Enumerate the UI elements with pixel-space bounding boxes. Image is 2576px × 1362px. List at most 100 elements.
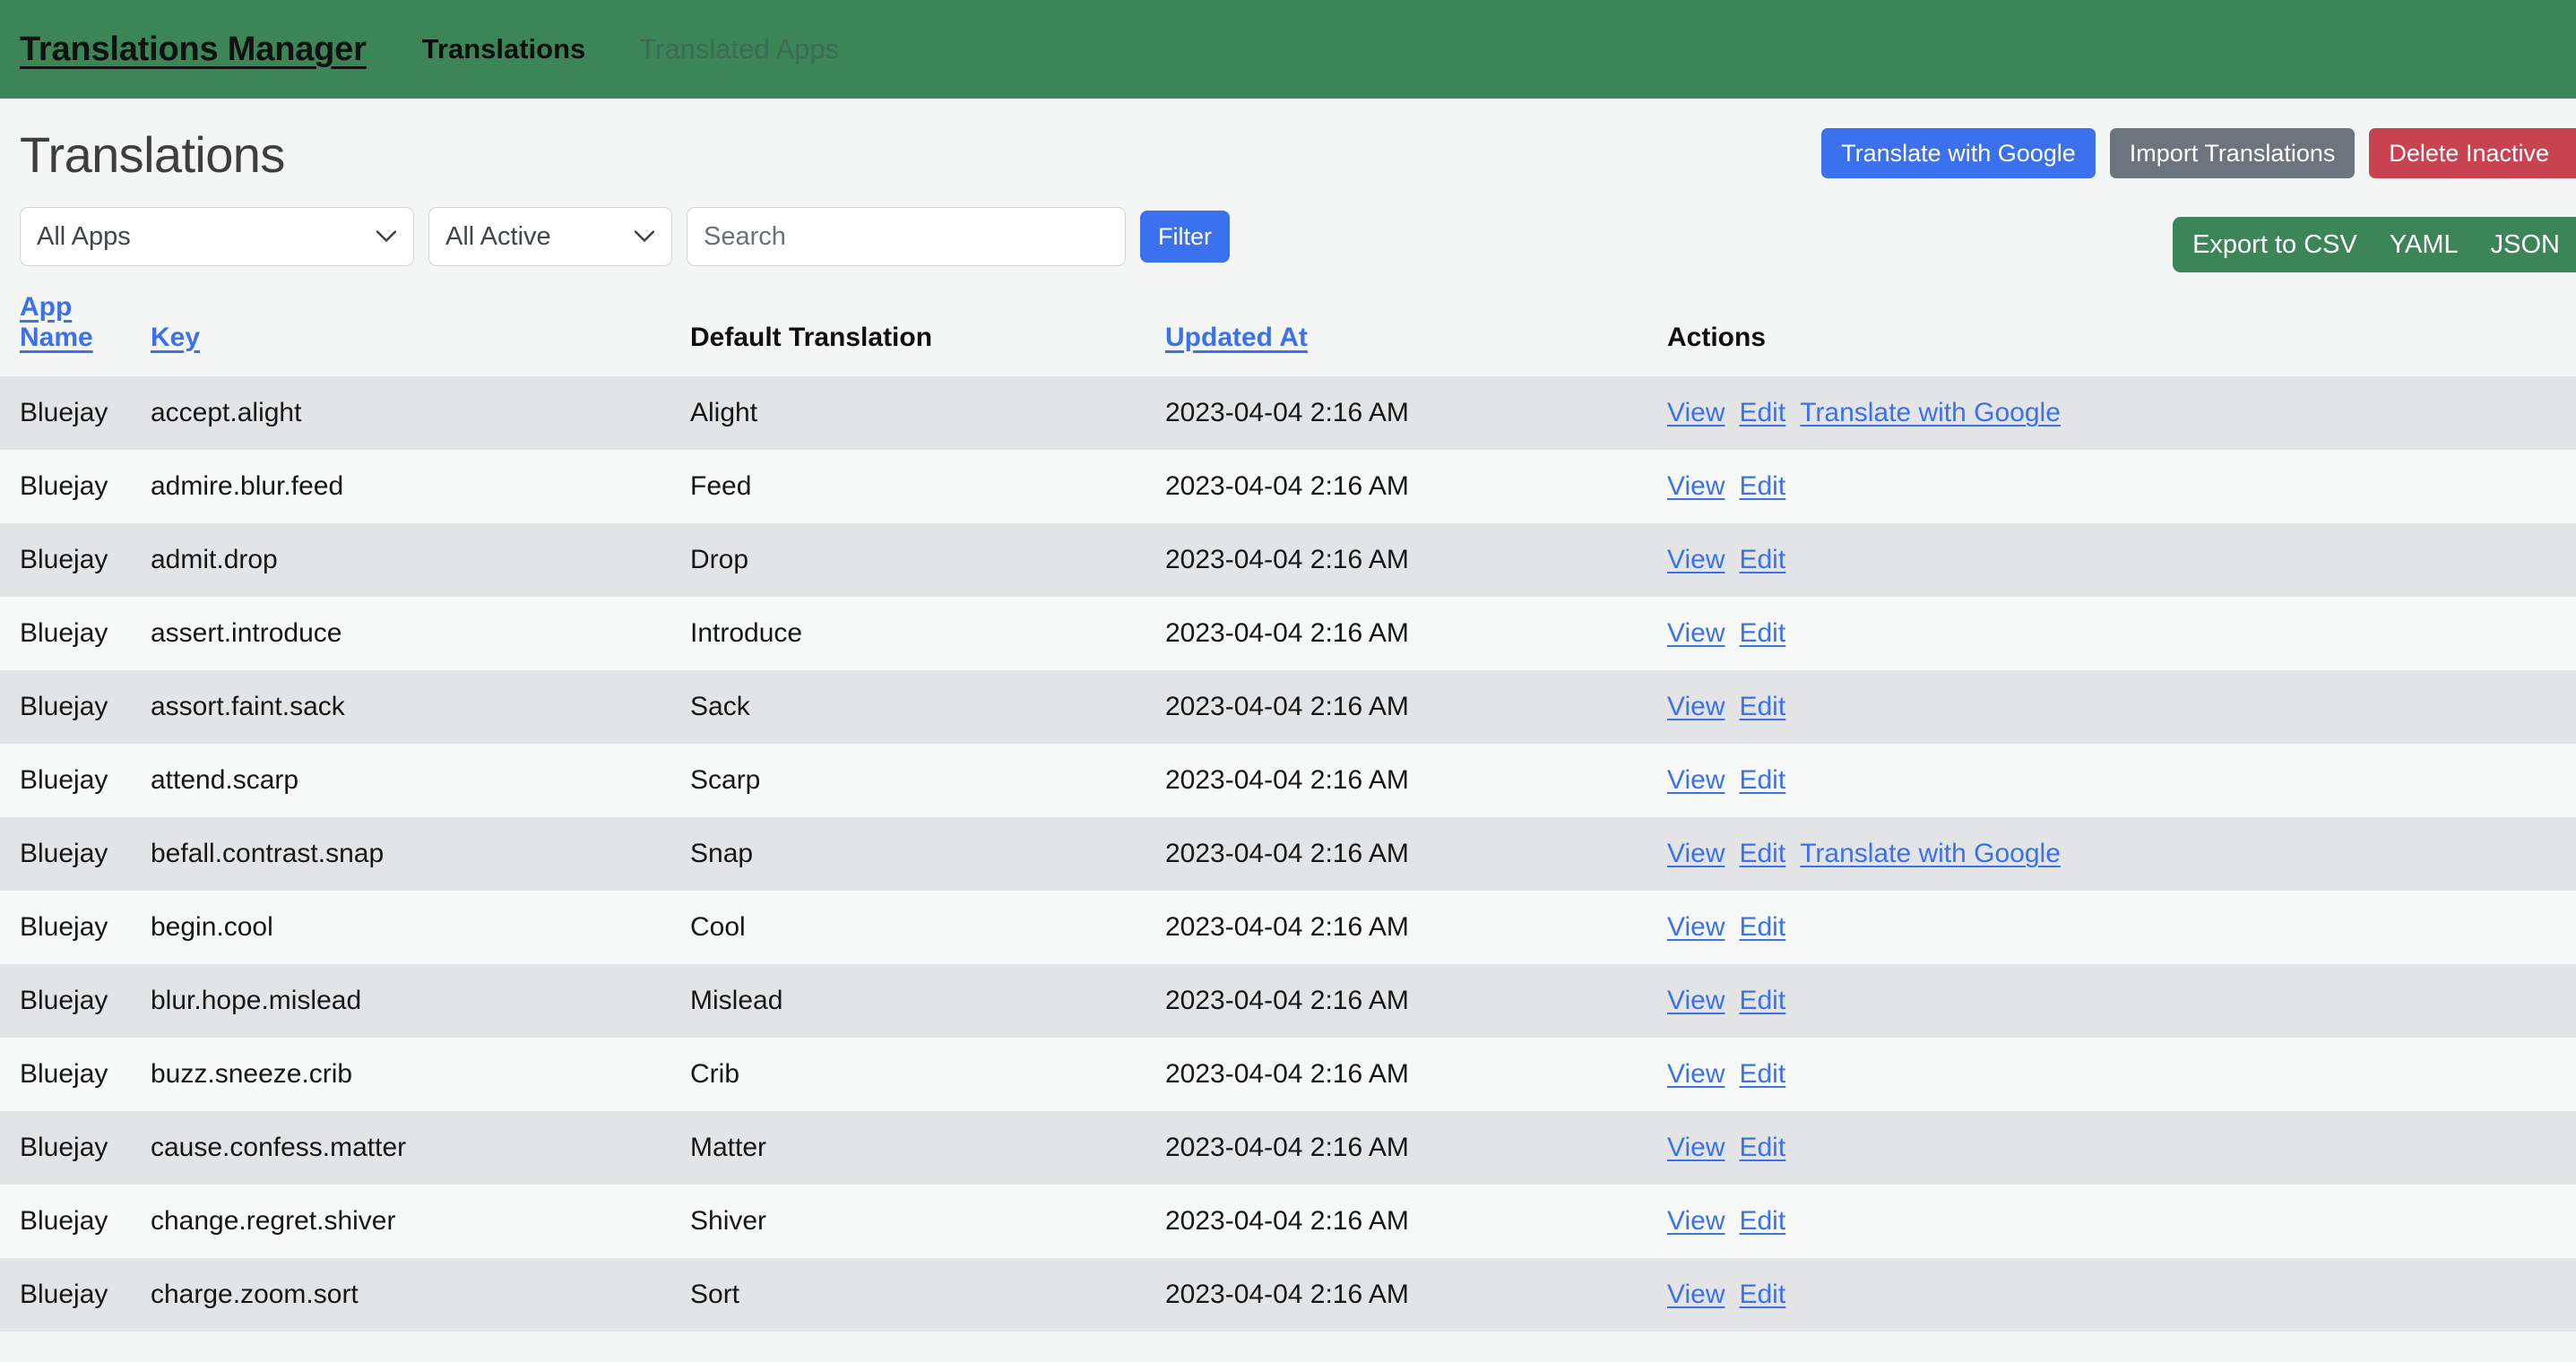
import-translations-button[interactable]: Import Translations (2109, 128, 2356, 179)
cell-updated-at: 2023-04-04 2:16 AM (1165, 545, 1409, 574)
cell-default-translation: Introduce (690, 618, 803, 648)
cell-app-name: Bluejay (20, 545, 108, 574)
cell-app-name: Bluejay (20, 765, 108, 795)
cell-updated-at: 2023-04-04 2:16 AM (1165, 765, 1409, 795)
action-edit-link[interactable]: Edit (1739, 912, 1785, 942)
table-row: Bluejay charge.zoom.sort Sort 2023-04-04 2:… (0, 1258, 2576, 1332)
cell-actions: View Edit (1667, 1258, 2576, 1332)
cell-default-translation: Alight (690, 398, 758, 427)
cell-key: blur.hope.mislead (151, 986, 362, 1015)
cell-default-translation: Mislead (690, 986, 783, 1015)
action-edit-link[interactable]: Edit (1739, 692, 1785, 721)
action-edit-link[interactable]: Edit (1739, 1206, 1785, 1236)
action-view-link[interactable]: View (1667, 692, 1725, 721)
action-view-link[interactable]: View (1667, 1133, 1725, 1162)
cell-default-translation: Sort (690, 1280, 740, 1309)
cell-app-name: Bluejay (20, 839, 108, 868)
action-edit-link[interactable]: Edit (1739, 471, 1785, 501)
cell-key: charge.zoom.sort (151, 1280, 359, 1309)
cell-actions: View Edit (1667, 1185, 2576, 1258)
action-edit-link[interactable]: Edit (1739, 1280, 1785, 1309)
cell-actions: View Edit (1667, 891, 2576, 964)
action-edit-link[interactable]: Edit (1739, 545, 1785, 574)
nav-link-translations[interactable]: Translations (422, 33, 586, 65)
action-view-link[interactable]: View (1667, 1206, 1725, 1236)
table-row: Bluejay begin.cool Cool 2023-04-04 2:16 AM V… (0, 891, 2576, 964)
nav-link-translated-apps[interactable]: Translated Apps (639, 33, 839, 65)
export-csv-link[interactable]: Export to CSV (2192, 230, 2357, 260)
cell-app-name: Bluejay (20, 1059, 108, 1089)
cell-updated-at: 2023-04-04 2:16 AM (1165, 618, 1409, 648)
table-head: App Name Key Default Translation Updated… (0, 281, 2576, 376)
cell-actions: View Edit (1667, 523, 2576, 597)
table-row: Bluejay assort.faint.sack Sack 2023-04-04 2… (0, 670, 2576, 744)
table-row: Bluejay admire.blur.feed Feed 2023-04-04 2:… (0, 450, 2576, 523)
cell-key: cause.confess.matter (151, 1133, 407, 1162)
cell-updated-at: 2023-04-04 2:16 AM (1165, 912, 1409, 942)
app-filter-wrapper: All Apps (20, 207, 414, 266)
action-edit-link[interactable]: Edit (1739, 618, 1785, 648)
table-row: Bluejay blur.hope.mislead Mislead 2023-04-0… (0, 964, 2576, 1038)
cell-app-name: Bluejay (20, 398, 108, 427)
table-row: Bluejay accept.alight Alight 2023-04-04 2:1… (0, 376, 2576, 450)
action-edit-link[interactable]: Edit (1739, 1133, 1785, 1162)
table-header-row: App Name Key Default Translation Updated… (0, 281, 2576, 376)
cell-actions: View Edit (1667, 744, 2576, 817)
cell-app-name: Bluejay (20, 692, 108, 721)
translate-with-google-button[interactable]: Translate with Google (1821, 128, 2096, 179)
table-row: Bluejay cause.confess.matter Matter 2023-04… (0, 1111, 2576, 1185)
action-view-link[interactable]: View (1667, 545, 1725, 574)
sort-app-name-link[interactable]: App Name (20, 292, 93, 352)
brand-link[interactable]: Translations Manager (20, 30, 367, 69)
action-edit-link[interactable]: Edit (1739, 765, 1785, 795)
page-header: Translations Translate with Google Impor… (0, 99, 2576, 192)
action-translate-with-google-link[interactable]: Translate with Google (1800, 839, 2061, 868)
nav-links: Translations Translated Apps (422, 33, 839, 65)
app-filter-select[interactable]: All Apps (20, 207, 414, 266)
table-row: Bluejay buzz.sneeze.crib Crib 2023-04-04 2:… (0, 1038, 2576, 1111)
sort-key-link[interactable]: Key (151, 323, 200, 352)
cell-app-name: Bluejay (20, 471, 108, 501)
action-translate-with-google-link[interactable]: Translate with Google (1800, 398, 2061, 427)
export-json-link[interactable]: JSON (2491, 230, 2560, 260)
table-row: Bluejay change.regret.shiver Shiver 2023-04… (0, 1185, 2576, 1258)
cell-updated-at: 2023-04-04 2:16 AM (1165, 1059, 1409, 1089)
table-body: Bluejay accept.alight Alight 2023-04-04 2:1… (0, 376, 2576, 1332)
cell-actions: View Edit (1667, 1111, 2576, 1185)
column-header-default-translation: Default Translation (690, 323, 933, 352)
action-view-link[interactable]: View (1667, 1059, 1725, 1089)
action-view-link[interactable]: View (1667, 839, 1725, 868)
action-view-link[interactable]: View (1667, 765, 1725, 795)
action-view-link[interactable]: View (1667, 471, 1725, 501)
action-edit-link[interactable]: Edit (1739, 986, 1785, 1015)
action-edit-link[interactable]: Edit (1739, 398, 1785, 427)
action-edit-link[interactable]: Edit (1739, 839, 1785, 868)
action-view-link[interactable]: View (1667, 1280, 1725, 1309)
cell-updated-at: 2023-04-04 2:16 AM (1165, 398, 1409, 427)
delete-inactive-button[interactable]: Delete Inactive (2369, 128, 2576, 179)
cell-key: attend.scarp (151, 765, 299, 795)
action-view-link[interactable]: View (1667, 986, 1725, 1015)
cell-key: buzz.sneeze.crib (151, 1059, 353, 1089)
cell-key: change.regret.shiver (151, 1206, 396, 1236)
export-button-group: Export to CSV YAML JSON (2173, 217, 2576, 272)
action-edit-link[interactable]: Edit (1739, 1059, 1785, 1089)
cell-updated-at: 2023-04-04 2:16 AM (1165, 1206, 1409, 1236)
action-view-link[interactable]: View (1667, 398, 1725, 427)
cell-actions: View Edit Translate with Google (1667, 376, 2576, 450)
action-view-link[interactable]: View (1667, 912, 1725, 942)
filter-button[interactable]: Filter (1140, 211, 1230, 263)
filter-bar: All Apps All Active Filter Export to CSV… (0, 192, 2576, 281)
status-filter-select[interactable]: All Active (428, 207, 672, 266)
cell-default-translation: Snap (690, 839, 754, 868)
search-input[interactable] (687, 207, 1126, 266)
cell-key: accept.alight (151, 398, 302, 427)
cell-app-name: Bluejay (20, 618, 108, 648)
cell-key: befall.contrast.snap (151, 839, 385, 868)
sort-updated-at-link[interactable]: Updated At (1165, 323, 1308, 352)
action-view-link[interactable]: View (1667, 618, 1725, 648)
table-row: Bluejay attend.scarp Scarp 2023-04-04 2:16 … (0, 744, 2576, 817)
cell-default-translation: Crib (690, 1059, 740, 1089)
export-yaml-link[interactable]: YAML (2390, 230, 2459, 260)
cell-key: admit.drop (151, 545, 278, 574)
